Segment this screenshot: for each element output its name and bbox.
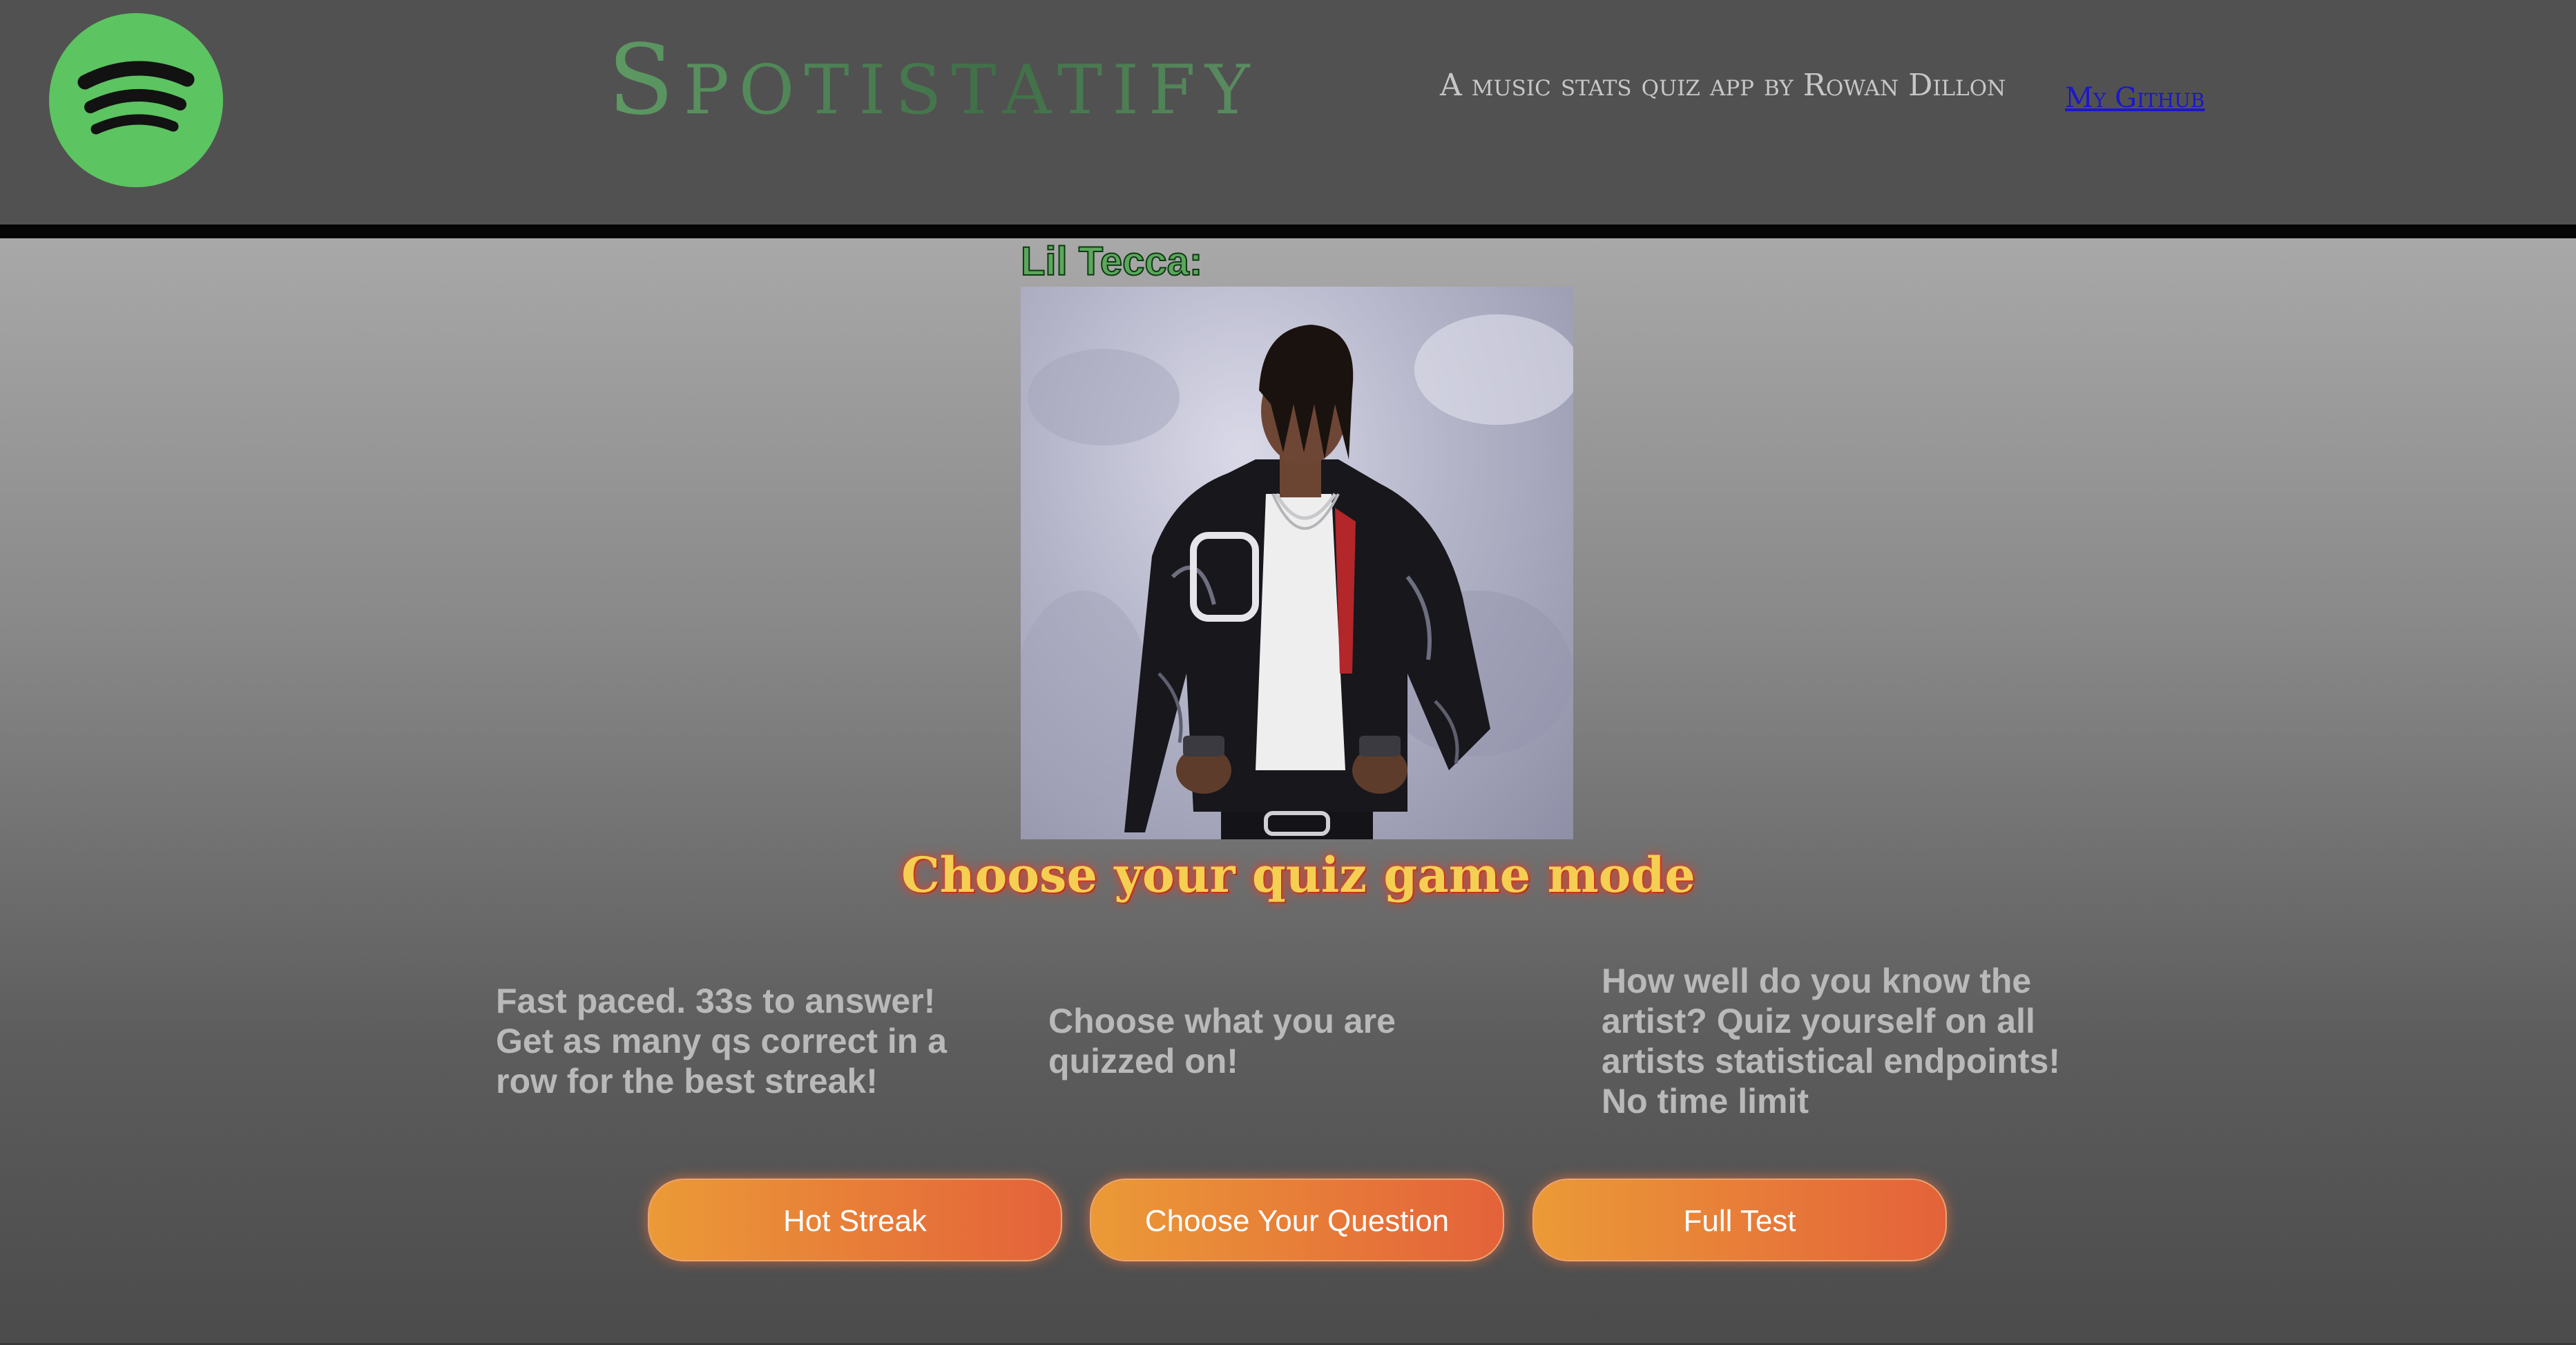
app-subtitle: A music stats quiz app by Rowan Dillon	[1440, 68, 2006, 103]
hot-streak-button[interactable]: Hot Streak	[648, 1179, 1062, 1261]
app-title: Spotistatify	[608, 24, 1260, 137]
artist-name: Lil Tecca:	[1020, 238, 1203, 285]
github-link[interactable]: My Github	[2065, 81, 2204, 115]
quiz-mode-heading: Choose your quiz game mode	[901, 846, 1695, 904]
spotify-logo-icon	[49, 13, 223, 187]
choose-question-description: Choose what you are quizzed on!	[1048, 1002, 1396, 1080]
hot-streak-description: Fast paced. 33s to answer! Get as many q…	[496, 982, 948, 1100]
choose-your-question-button[interactable]: Choose Your Question	[1090, 1179, 1504, 1261]
full-test-button[interactable]: Full Test	[1532, 1179, 1947, 1261]
artist-photo	[1021, 287, 1573, 839]
header-divider	[0, 225, 2576, 238]
full-test-description: How well do you know the artist? Quiz yo…	[1602, 962, 2061, 1120]
